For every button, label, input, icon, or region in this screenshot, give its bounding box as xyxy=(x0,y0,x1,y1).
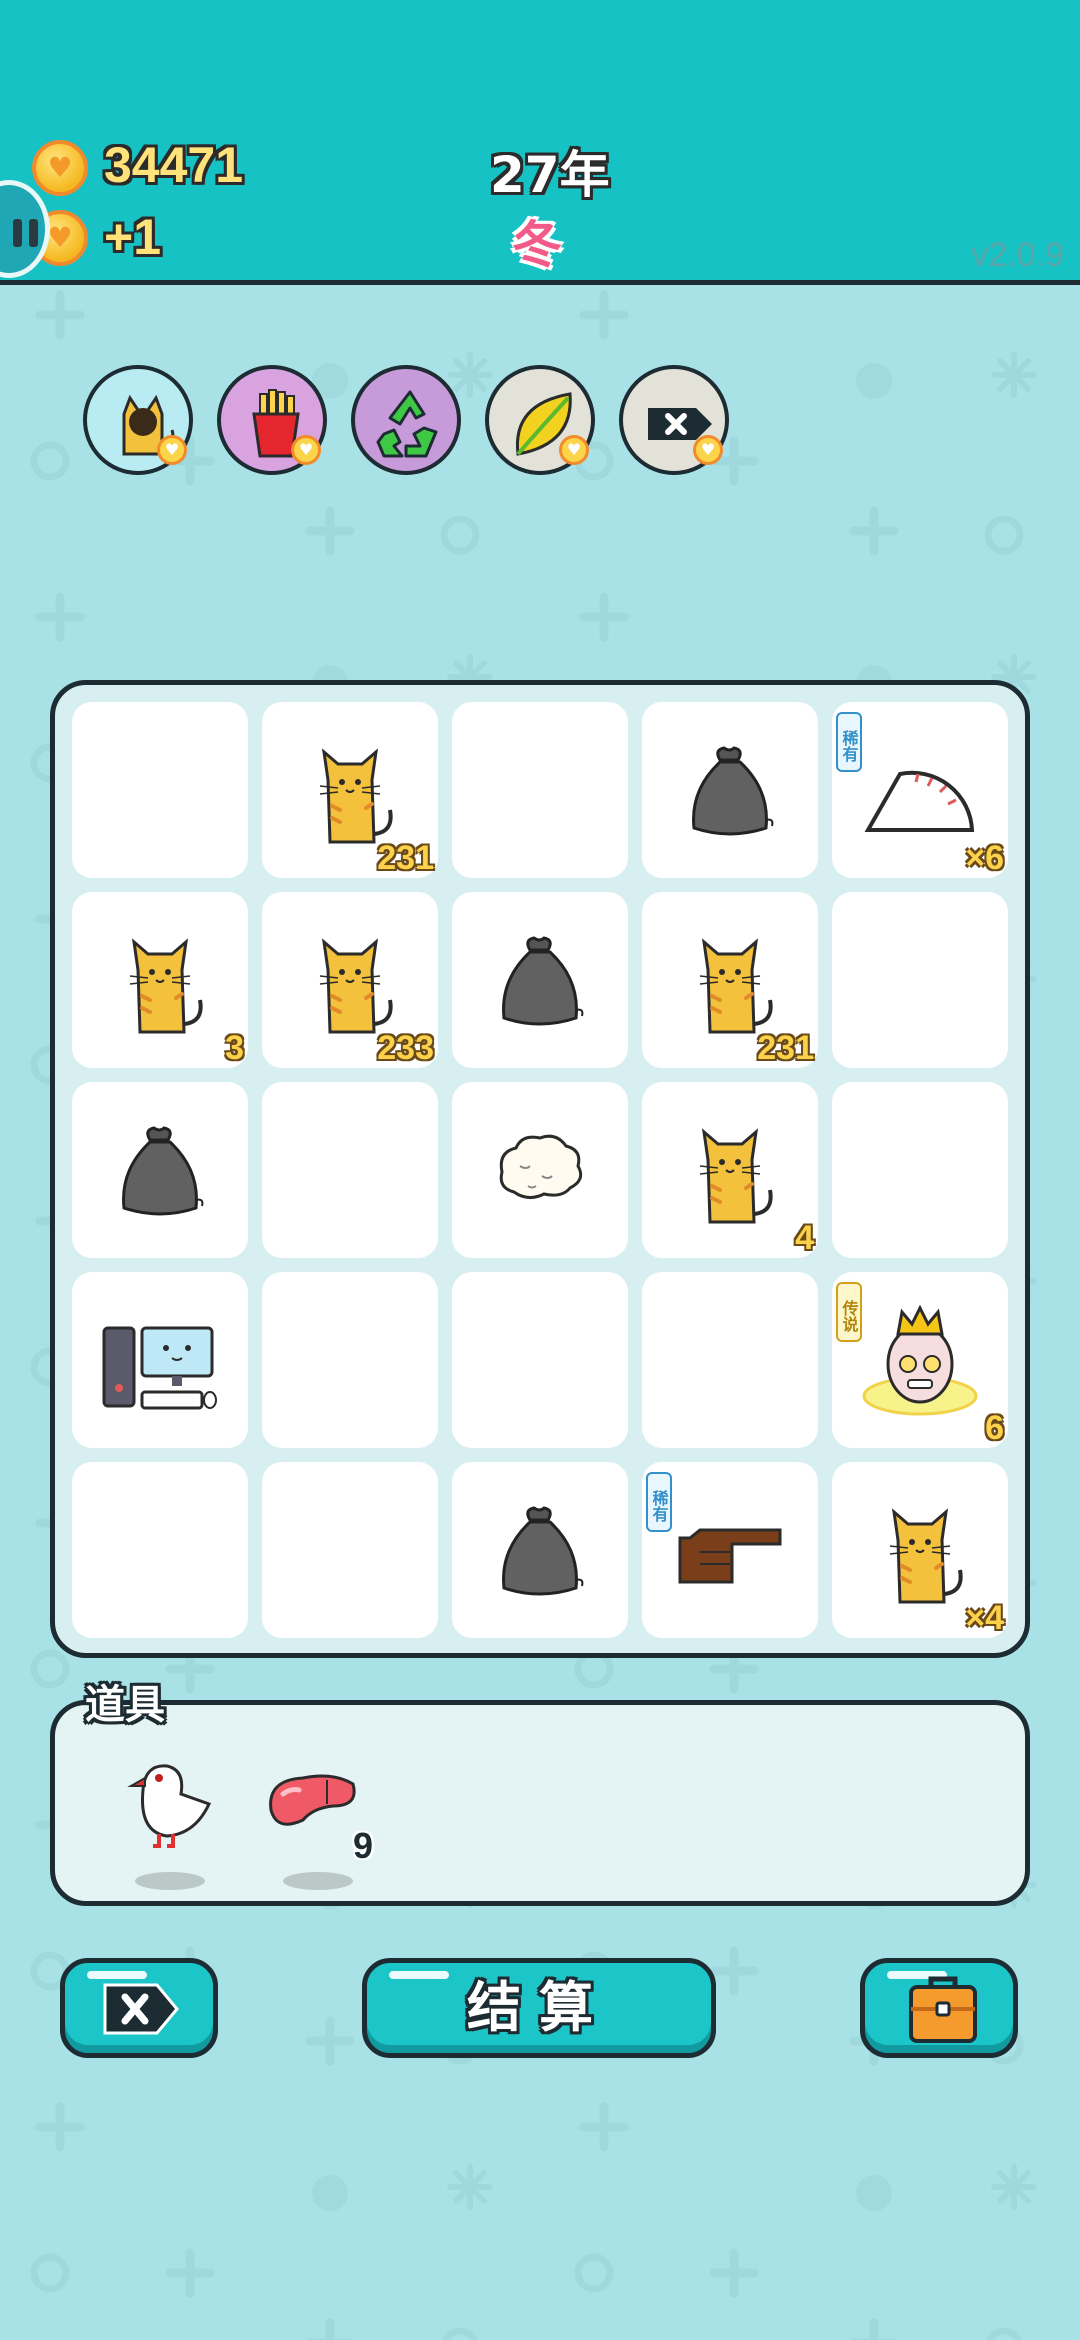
skill-cat[interactable]: ♥ xyxy=(83,365,193,475)
props-title: 道具 xyxy=(85,1682,165,1728)
pointing-hand-icon xyxy=(678,1528,782,1584)
props-panel: 9 xyxy=(50,1700,1030,1906)
board-cell[interactable] xyxy=(832,892,1008,1068)
computer-icon xyxy=(102,1326,217,1410)
cat-icon xyxy=(129,938,203,1034)
board-cell[interactable] xyxy=(642,1272,818,1448)
heart-badge-icon: ♥ xyxy=(157,435,187,465)
skill-fries[interactable]: ♥ xyxy=(217,365,327,475)
settle-label: 结算 xyxy=(467,1976,611,2039)
cat-icon xyxy=(889,1508,963,1604)
item-count: 6 xyxy=(985,1409,1004,1447)
board-cell[interactable] xyxy=(452,1272,628,1448)
coin-total: 34471 xyxy=(104,137,244,193)
cat-icon xyxy=(319,938,393,1034)
heart-badge-icon: ♥ xyxy=(693,435,723,465)
king-icon xyxy=(862,1304,978,1416)
cotton-icon xyxy=(499,1134,583,1199)
settle-button[interactable]: 结算 xyxy=(362,1958,716,2058)
prop-bird[interactable] xyxy=(115,1750,225,1890)
board-cell[interactable]: 233 xyxy=(262,892,438,1068)
briefcase-icon xyxy=(909,1976,977,2043)
side-menu-handle[interactable] xyxy=(0,180,50,278)
rare-tag: 稀有 xyxy=(646,1472,672,1532)
skill-leaf[interactable]: ♥ xyxy=(485,365,595,475)
board-cell[interactable]: 231 xyxy=(642,892,818,1068)
liver-count: 9 xyxy=(353,1825,374,1866)
remove-icon xyxy=(103,1983,179,2035)
recycle-skill-icon xyxy=(376,390,438,458)
board-cell[interactable]: 传说 6 xyxy=(832,1272,1008,1448)
item-count: ×6 xyxy=(965,839,1004,877)
board-cell[interactable] xyxy=(452,1462,628,1638)
board-cell[interactable]: ×4 xyxy=(832,1462,1008,1638)
cat-icon xyxy=(319,748,393,844)
item-count: 3 xyxy=(225,1029,244,1067)
item-count: 233 xyxy=(377,1029,434,1067)
skill-remove[interactable]: ♥ xyxy=(619,365,729,475)
cat-icon xyxy=(699,1128,773,1224)
item-count: 4 xyxy=(795,1219,814,1257)
board-cell[interactable] xyxy=(262,1082,438,1258)
board-cell[interactable] xyxy=(452,1082,628,1258)
board-cell[interactable]: 稀有 ×6 xyxy=(832,702,1008,878)
board-cell[interactable] xyxy=(72,1082,248,1258)
gauge-icon xyxy=(864,770,975,832)
liver-icon xyxy=(269,1774,356,1826)
board-cell[interactable] xyxy=(72,1462,248,1638)
legend-tag: 传说 xyxy=(836,1282,862,1342)
bag-button[interactable] xyxy=(860,1958,1018,2058)
slot-board: 231 稀有 ×6 3 233 231 4 传说 6 稀有 ×4 xyxy=(50,680,1030,1658)
trash-bag-icon xyxy=(502,1506,584,1596)
board-cell[interactable] xyxy=(262,1272,438,1448)
board-cell[interactable] xyxy=(642,702,818,878)
board-cell[interactable]: 稀有 xyxy=(642,1462,818,1638)
board-cell[interactable]: 4 xyxy=(642,1082,818,1258)
board-cell[interactable] xyxy=(262,1462,438,1638)
bird-icon xyxy=(127,1764,212,1848)
skill-recycle[interactable] xyxy=(351,365,461,475)
season-label: 冬 xyxy=(512,216,562,274)
item-count: 231 xyxy=(757,1029,814,1067)
top-bar: 34471 +1 27年 冬 v2.0.9 xyxy=(0,0,1080,285)
board-cell[interactable]: 3 xyxy=(72,892,248,1068)
prop-liver[interactable] xyxy=(263,1750,373,1890)
item-count: 231 xyxy=(377,839,434,877)
board-cell[interactable] xyxy=(452,702,628,878)
coin-income: +1 xyxy=(104,209,162,265)
year-label: 27年 xyxy=(490,146,610,204)
coin-icon xyxy=(32,140,88,196)
trash-bag-icon xyxy=(122,1126,204,1216)
board-cell[interactable] xyxy=(72,1272,248,1448)
board-cell[interactable] xyxy=(452,892,628,1068)
heart-badge-icon: ♥ xyxy=(559,435,589,465)
board-cell[interactable] xyxy=(832,1082,1008,1258)
trash-bag-icon xyxy=(502,936,584,1026)
item-count: ×4 xyxy=(965,1599,1004,1637)
board-cell[interactable]: 231 xyxy=(262,702,438,878)
cat-icon xyxy=(699,938,773,1034)
board-cell[interactable] xyxy=(72,702,248,878)
remove-button[interactable] xyxy=(60,1958,218,2058)
rare-tag: 稀有 xyxy=(836,712,862,772)
heart-badge-icon: ♥ xyxy=(291,435,321,465)
version-label: v2.0.9 xyxy=(971,236,1064,274)
trash-bag-icon xyxy=(692,746,774,836)
